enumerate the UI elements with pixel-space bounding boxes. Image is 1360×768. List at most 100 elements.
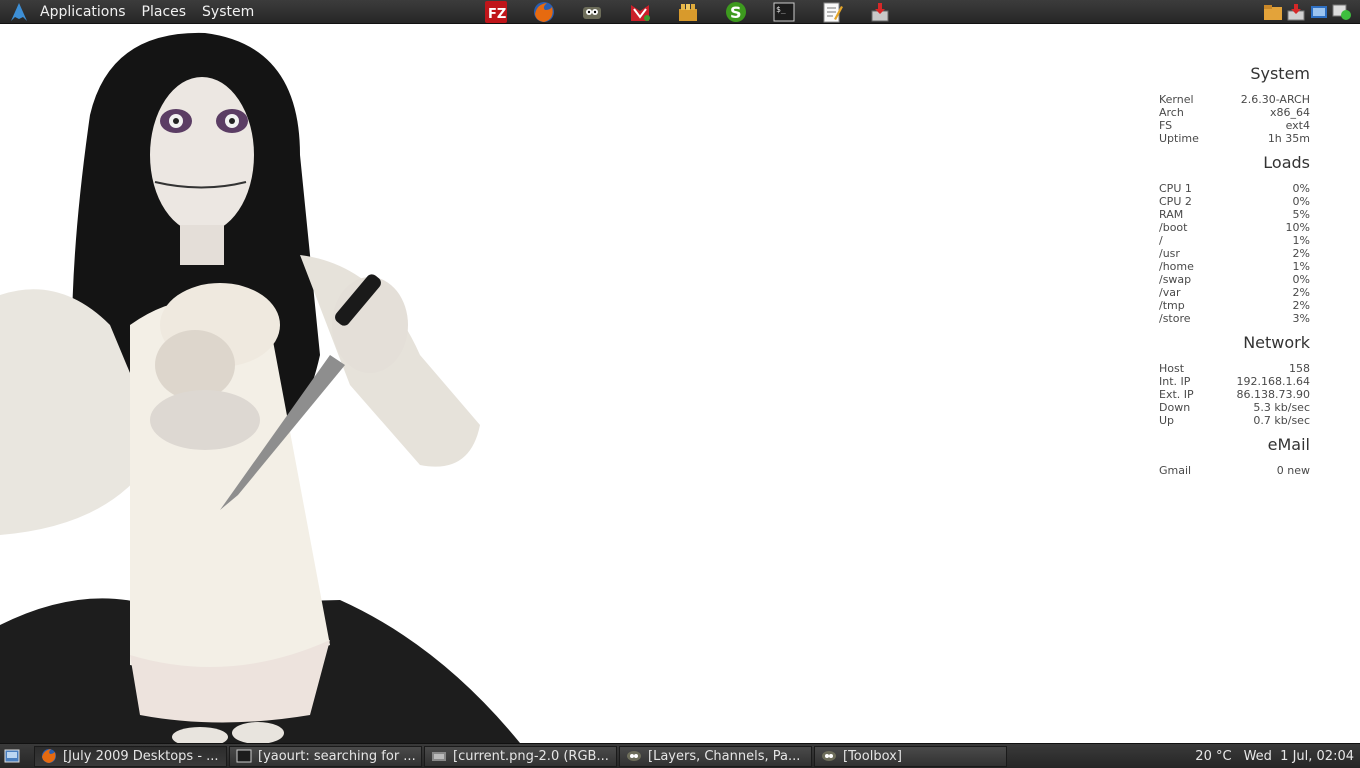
task-gimp-toolbox[interactable]: [Toolbox] [814, 745, 1007, 767]
row-label: / [1159, 234, 1163, 247]
row-label: /boot [1159, 221, 1188, 234]
archive-icon[interactable] [664, 0, 712, 24]
row-value: 0% [1292, 182, 1310, 195]
row-value: 2% [1292, 286, 1310, 299]
row-label: /tmp [1159, 299, 1185, 312]
task-firefox[interactable]: [July 2009 Desktops - ... [34, 745, 227, 767]
row-label: FS [1159, 119, 1173, 132]
panel-status-area: 20 °C Wed 1 Jul, 02:04 [1195, 744, 1354, 768]
conky-row: Kernel 2.6.30-ARCH [1159, 93, 1310, 106]
row-label: /home [1159, 260, 1194, 273]
conky-row: /var 2% [1159, 286, 1310, 299]
row-label: Kernel [1159, 93, 1194, 106]
filezilla-icon[interactable]: FZ [472, 0, 520, 24]
row-label: Gmail [1159, 464, 1192, 477]
task-label: [Toolbox] [843, 748, 902, 764]
bottom-panel: [July 2009 Desktops - ... [yaourt: searc… [0, 743, 1360, 768]
conky-row: / 1% [1159, 234, 1310, 247]
firefox-icon[interactable] [520, 0, 568, 24]
conky-row: CPU 2 0% [1159, 195, 1310, 208]
row-label: Host [1159, 362, 1185, 375]
text-editor-icon[interactable] [808, 0, 856, 24]
terminal-icon [236, 748, 252, 764]
conky-row: Ext. IP 86.138.73.90 [1159, 388, 1310, 401]
conky-row: /store 3% [1159, 312, 1310, 325]
task-image-window[interactable]: [current.png-2.0 (RGB... [424, 745, 617, 767]
conky-row: Host 158 [1159, 362, 1310, 375]
row-label: Int. IP [1159, 375, 1191, 388]
svg-text:$_: $_ [776, 5, 786, 14]
row-value: 0% [1292, 195, 1310, 208]
gimp-icon[interactable] [568, 0, 616, 24]
launcher-bar: FZ S $_ [472, 0, 904, 24]
row-value: 3% [1292, 312, 1310, 325]
row-value: 192.168.1.64 [1236, 375, 1310, 388]
conky-row: /tmp 2% [1159, 299, 1310, 312]
terminal-icon[interactable]: $_ [760, 0, 808, 24]
row-value: 5.3 kb/sec [1253, 401, 1310, 414]
task-label: [July 2009 Desktops - ... [63, 748, 219, 764]
clock[interactable]: Wed 1 Jul, 02:04 [1244, 749, 1354, 764]
row-value: 0.7 kb/sec [1253, 414, 1310, 427]
firefox-icon [41, 748, 57, 764]
arch-logo-icon[interactable] [6, 0, 32, 24]
row-label: RAM [1159, 208, 1184, 221]
row-value: x86_64 [1269, 106, 1310, 119]
folder-icon[interactable] [1263, 2, 1283, 22]
conky-row: /usr 2% [1159, 247, 1310, 260]
row-label: /usr [1159, 247, 1180, 260]
row-value: 86.138.73.90 [1236, 388, 1310, 401]
system-tray [1263, 0, 1352, 24]
row-value: 1% [1292, 260, 1310, 273]
conky-row: CPU 1 0% [1159, 182, 1310, 195]
menu-applications[interactable]: Applications [32, 0, 134, 24]
row-label: /swap [1159, 273, 1192, 286]
row-value: 0% [1292, 273, 1310, 286]
svg-text:S: S [730, 3, 742, 22]
image-window-icon [431, 748, 447, 764]
menu-places[interactable]: Places [134, 0, 195, 24]
row-value: 2% [1292, 247, 1310, 260]
row-value: 2% [1292, 299, 1310, 312]
row-label: CPU 2 [1159, 195, 1192, 208]
svg-text:FZ: FZ [488, 7, 506, 22]
task-label: [yaourt: searching for ... [258, 748, 416, 764]
wallpaper-image [0, 32, 520, 743]
row-value: 2.6.30-ARCH [1240, 93, 1310, 106]
row-label: Down [1159, 401, 1191, 414]
row-label: Ext. IP [1159, 388, 1194, 401]
gimp-icon [821, 748, 837, 764]
conky-row: /swap 0% [1159, 273, 1310, 286]
skype-icon[interactable]: S [712, 0, 760, 24]
row-value: 1h 35m [1267, 132, 1310, 145]
conky-row: Uptime 1h 35m [1159, 132, 1310, 145]
conky-row: /boot 10% [1159, 221, 1310, 234]
top-panel: Applications Places System FZ S $_ [0, 0, 1360, 24]
section-heading-email: eMail [1267, 435, 1310, 454]
row-value: 5% [1292, 208, 1310, 221]
row-value: 10% [1285, 221, 1310, 234]
section-heading-system: System [1250, 64, 1310, 83]
task-label: [Layers, Channels, Pa... [648, 748, 801, 764]
task-gimp-layers[interactable]: [Layers, Channels, Pa... [619, 745, 812, 767]
gimp-icon [626, 748, 642, 764]
row-label: Uptime [1159, 132, 1199, 145]
row-value: 158 [1289, 362, 1310, 375]
network-icon[interactable] [1309, 2, 1329, 22]
row-label: /store [1159, 312, 1191, 325]
mail-icon[interactable] [616, 0, 664, 24]
conky-row: FS ext4 [1159, 119, 1310, 132]
task-terminal[interactable]: [yaourt: searching for ... [229, 745, 422, 767]
download-icon[interactable] [1286, 2, 1306, 22]
section-heading-network: Network [1243, 333, 1310, 352]
row-value: 1% [1292, 234, 1310, 247]
installer-icon[interactable] [856, 0, 904, 24]
menu-system[interactable]: System [194, 0, 262, 24]
show-desktop-button[interactable] [0, 744, 24, 768]
status-icon[interactable] [1332, 2, 1352, 22]
conky-row: Up 0.7 kb/sec [1159, 414, 1310, 427]
row-label: Up [1159, 414, 1175, 427]
row-label: Arch [1159, 106, 1184, 119]
conky-row: /home 1% [1159, 260, 1310, 273]
section-heading-loads: Loads [1263, 153, 1310, 172]
